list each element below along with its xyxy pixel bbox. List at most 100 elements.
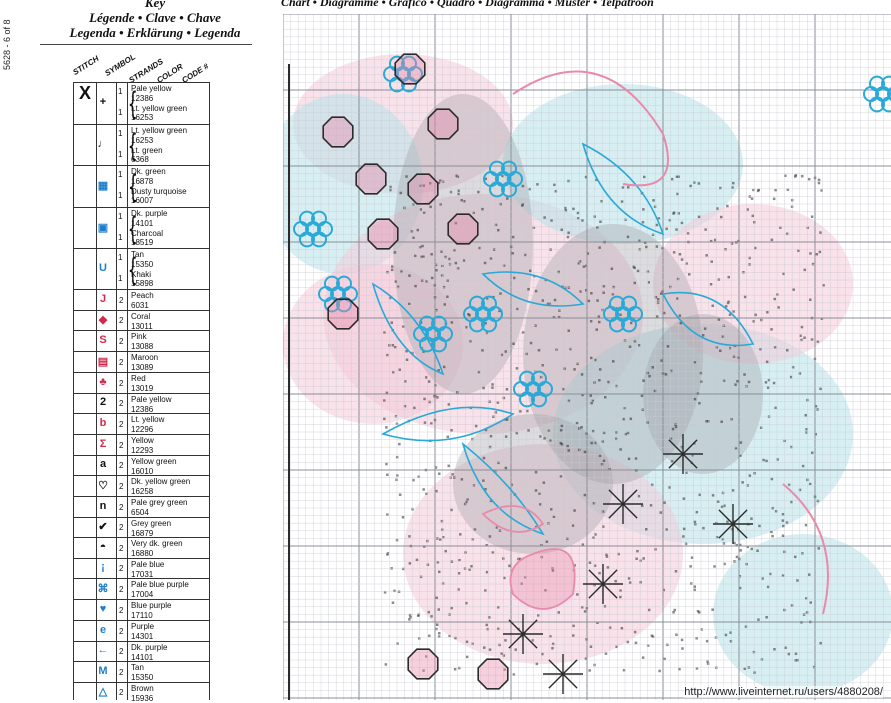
stitch-mark (422, 255, 425, 258)
stitch-mark (514, 648, 517, 651)
key-row-yellow-green: a 2 Yellow green 16010 (74, 455, 209, 476)
key-row-yellow: Σ 2 Yellow 12293 (74, 434, 209, 455)
stitch-mark (677, 212, 680, 215)
color-name: Yellow green (131, 457, 177, 466)
stitch-mark (722, 379, 726, 382)
stitch-mark (497, 461, 500, 465)
stitch-mark (655, 245, 659, 248)
color-name: Peach (131, 291, 154, 300)
stitch-mark (581, 219, 584, 222)
stitch-mark (438, 570, 441, 574)
color-name: Red (131, 374, 146, 383)
stitch-mark (744, 625, 748, 628)
stitch-mark (423, 421, 427, 424)
stitch-mark (753, 671, 756, 674)
stitch-mark (688, 273, 691, 276)
stitch-mark (604, 652, 608, 655)
stitch-mark (673, 608, 676, 612)
stitch-mark (641, 656, 645, 659)
stitch-mark (690, 582, 693, 585)
stitch-mark (601, 308, 604, 312)
stitch-mark (652, 199, 655, 202)
color-name: Lt. yellow (131, 415, 165, 424)
cross-stitch-chart (283, 14, 891, 700)
key-row-purple: e 2 Purple 14301 (74, 620, 209, 641)
stitch-mark (743, 373, 746, 376)
stitch-mark (408, 613, 412, 617)
chart-symbol: ▦ (97, 180, 109, 192)
stitch-mark (512, 342, 515, 345)
stitch-mark (724, 633, 728, 637)
stitch-mark (608, 626, 612, 629)
stitch-mark (588, 669, 591, 672)
stitch-mark (705, 254, 708, 257)
color-name: Blue purple (131, 601, 172, 610)
stitch-mark (783, 608, 786, 612)
stitch-mark (796, 579, 799, 582)
chart-symbol: J (99, 292, 107, 305)
chart-symbol: ▤ (97, 355, 109, 368)
stitch-mark (567, 231, 570, 234)
stitch-mark (408, 274, 411, 277)
stitch-mark (798, 488, 802, 492)
stitch-mark (430, 253, 433, 256)
stitch-mark (543, 216, 546, 219)
stitch-mark (412, 236, 415, 239)
stitch-mark (482, 479, 485, 482)
stitch-mark (573, 368, 576, 371)
stitch-mark (551, 647, 554, 650)
stitch-mark (541, 299, 544, 302)
color-name: Dk. purple (131, 209, 168, 218)
stitch-mark (810, 215, 814, 218)
stitch-mark (627, 457, 631, 461)
chart-symbol: ⌘ (97, 582, 109, 595)
stitch-mark (527, 429, 530, 432)
stitch-mark (425, 280, 428, 283)
stitch-mark (516, 307, 519, 311)
chart-symbol: ▣ (97, 221, 109, 234)
stitch-mark (674, 425, 678, 429)
chart-symbol: M (98, 664, 108, 677)
stitch-mark (700, 380, 703, 383)
stitch-mark (563, 367, 566, 370)
color-name: Dk. green (131, 167, 166, 176)
stitch-mark (595, 328, 598, 331)
stitch-mark (569, 347, 572, 351)
stitch-mark (610, 267, 614, 270)
stitch-mark (818, 250, 822, 254)
stitch-mark (572, 634, 575, 637)
stitch-mark (777, 306, 780, 309)
stitch-mark (642, 557, 645, 560)
stitch-mark (620, 200, 624, 203)
stitch-mark (398, 493, 402, 496)
stitch-mark (391, 265, 394, 268)
stitch-mark (729, 640, 733, 643)
key-row-dk-green: ▦{1 1 Dk. green 16878 Dusty turquoise 16007 (74, 165, 209, 207)
stitch-mark (815, 253, 819, 256)
stitch-mark (582, 265, 586, 268)
berry-pink (407, 173, 439, 205)
stitch-mark (756, 549, 759, 552)
stitch-mark (391, 601, 395, 604)
stitch-mark (748, 474, 752, 477)
color-name: Purple (131, 622, 155, 631)
strand-count: 1 (118, 129, 123, 138)
stitch-mark (698, 493, 701, 497)
stitch-mark (816, 499, 820, 503)
stitch-mark (550, 508, 553, 511)
chart-symbol: 2 (99, 396, 107, 408)
color-name: Lt. yellow green (131, 126, 188, 135)
stitch-mark (637, 494, 641, 498)
stitch-mark (770, 328, 773, 331)
stitch-mark (638, 248, 642, 251)
chart-symbol: n (99, 499, 107, 512)
stitch-mark (588, 561, 592, 564)
stitch-mark (758, 524, 761, 528)
stitch-mark (462, 259, 466, 262)
stitch-mark (383, 331, 386, 334)
color-name: Tan (131, 663, 144, 672)
strand-count: 2 (119, 543, 124, 553)
strand-count: 1 (118, 107, 123, 117)
stitch-mark (465, 640, 469, 644)
stitch-mark (393, 251, 397, 254)
